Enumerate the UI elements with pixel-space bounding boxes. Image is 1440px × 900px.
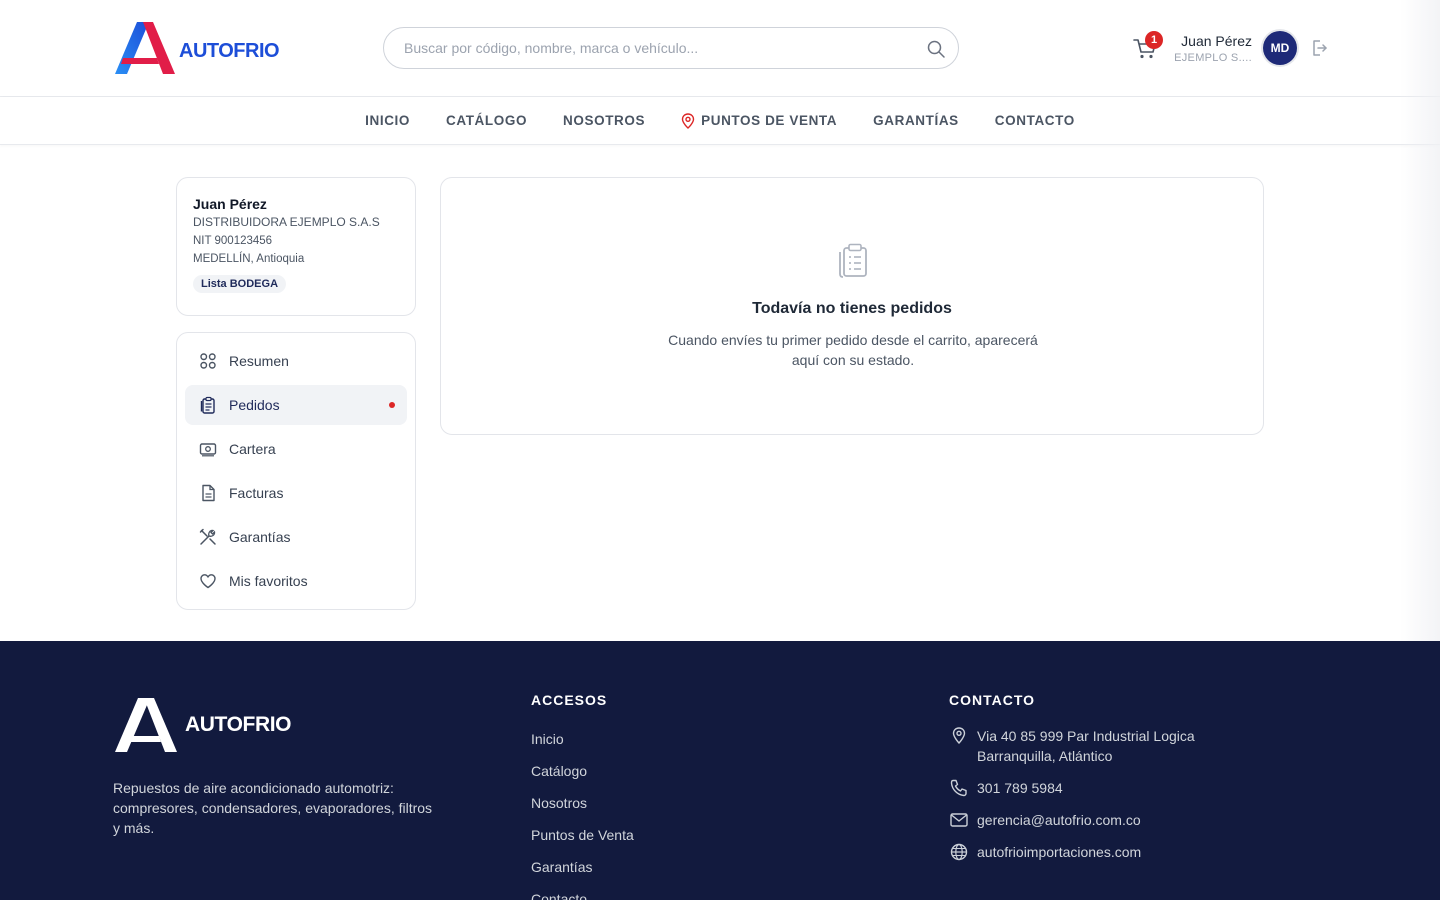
menu-label: Garantías	[229, 529, 291, 545]
search-bar	[383, 27, 959, 69]
account-menu: Resumen Pedidos Cartera Facturas Garantí…	[176, 332, 416, 610]
main-nav: INICIO CATÁLOGO NOSOTROS PUNTOS DE VENTA…	[0, 97, 1440, 145]
clipboard-list-icon	[199, 396, 217, 414]
clipboard-empty-icon	[839, 243, 867, 278]
empty-state-title: Todavía no tienes pedidos	[752, 300, 952, 317]
footer-access-title: ACCESOS	[531, 692, 608, 708]
empty-state-text: Cuando envíes tu primer pedido desde el …	[668, 332, 1038, 368]
avatar[interactable]: MD	[1263, 31, 1297, 65]
nav-catalogo[interactable]: CATÁLOGO	[446, 113, 527, 128]
user-name[interactable]: Juan Pérez	[1160, 33, 1252, 49]
footer-brand-name: AUTOFRIO	[185, 713, 292, 736]
footer-website-row: autofrioimportaciones.com	[949, 842, 1249, 862]
tools-icon	[199, 528, 217, 546]
footer-links: Inicio Catálogo Nosotros Puntos de Venta…	[531, 729, 634, 900]
nav-puntos-de-venta[interactable]: PUNTOS DE VENTA	[681, 112, 838, 129]
mail-icon	[950, 813, 968, 827]
user-company: EJEMPLO S....	[1174, 52, 1252, 64]
location-pin-icon	[681, 112, 695, 129]
footer-address: Via 40 85 999 Par Industrial Logica Barr…	[977, 728, 1195, 764]
profile-card: Juan Pérez DISTRIBUIDORA EJEMPLO S.A.S N…	[176, 177, 416, 316]
menu-item-pedidos[interactable]: Pedidos	[185, 385, 407, 425]
brand-name: AUTOFRIO	[179, 39, 280, 62]
footer-contact: Via 40 85 999 Par Industrial Logica Barr…	[949, 726, 1249, 874]
footer-email[interactable]: gerencia@autofrio.com.co	[977, 810, 1141, 830]
logo-mark-icon	[115, 22, 175, 74]
menu-item-favoritos[interactable]: Mis favoritos	[185, 561, 407, 601]
footer-contact-title: CONTACTO	[949, 692, 1036, 708]
profile-nit: NIT 900123456	[193, 235, 273, 247]
menu-item-facturas[interactable]: Facturas	[185, 473, 407, 513]
top-header: AUTOFRIO 1 Juan Pérez EJEMPLO S.... MD	[0, 0, 1440, 97]
menu-label: Mis favoritos	[229, 573, 308, 589]
search-icon[interactable]	[926, 39, 946, 59]
nav-nosotros[interactable]: NOSOTROS	[563, 113, 645, 128]
wallet-icon	[199, 440, 217, 458]
phone-icon	[950, 779, 967, 797]
footer-link-catalogo[interactable]: Catálogo	[531, 761, 634, 793]
footer-description: Repuestos de aire acondicionado automotr…	[113, 780, 433, 836]
footer-link-nosotros[interactable]: Nosotros	[531, 793, 634, 825]
profile-name: Juan Pérez	[193, 196, 267, 212]
brand-logo[interactable]: AUTOFRIO	[113, 20, 280, 76]
footer-link-inicio[interactable]: Inicio	[531, 729, 634, 761]
footer-email-row: gerencia@autofrio.com.co	[949, 810, 1249, 830]
menu-label: Pedidos	[229, 397, 280, 413]
search-input[interactable]	[384, 28, 884, 68]
profile-company: DISTRIBUIDORA EJEMPLO S.A.S	[193, 215, 380, 229]
menu-label: Cartera	[229, 441, 276, 457]
footer: AUTOFRIO Repuestos de aire acondicionado…	[0, 641, 1440, 900]
footer-phone[interactable]: 301 789 5984	[977, 778, 1063, 798]
globe-icon	[950, 843, 968, 861]
nav-garantias[interactable]: GARANTÍAS	[873, 113, 959, 128]
location-pin-icon	[952, 727, 966, 745]
footer-link-garantias[interactable]: Garantías	[531, 857, 634, 889]
nav-contacto[interactable]: CONTACTO	[995, 113, 1075, 128]
orders-panel: Todavía no tienes pedidos Cuando envíes …	[440, 177, 1264, 435]
logout-icon[interactable]	[1309, 38, 1329, 58]
profile-location: MEDELLÍN, Antioquia	[193, 253, 305, 265]
menu-item-garantias[interactable]: Garantías	[185, 517, 407, 557]
footer-phone-row: 301 789 5984	[949, 778, 1249, 798]
menu-label: Resumen	[229, 353, 289, 369]
nav-puntos-label: PUNTOS DE VENTA	[701, 113, 838, 128]
menu-label: Facturas	[229, 485, 284, 501]
nav-inicio[interactable]: INICIO	[365, 113, 410, 128]
price-list-badge: Lista BODEGA	[193, 275, 287, 293]
menu-item-cartera[interactable]: Cartera	[185, 429, 407, 469]
grid-icon	[199, 352, 217, 370]
footer-address-row: Via 40 85 999 Par Industrial Logica Barr…	[949, 726, 1249, 766]
logo-mark-icon	[115, 698, 177, 752]
menu-item-resumen[interactable]: Resumen	[185, 341, 407, 381]
footer-link-puntos-de-venta[interactable]: Puntos de Venta	[531, 825, 634, 857]
footer-link-contacto[interactable]: Contacto	[531, 889, 634, 900]
footer-website[interactable]: autofrioimportaciones.com	[977, 842, 1141, 862]
notification-dot	[389, 402, 395, 408]
footer-logo[interactable]: AUTOFRIO	[113, 696, 291, 754]
heart-icon	[199, 572, 217, 590]
document-icon	[199, 484, 217, 502]
